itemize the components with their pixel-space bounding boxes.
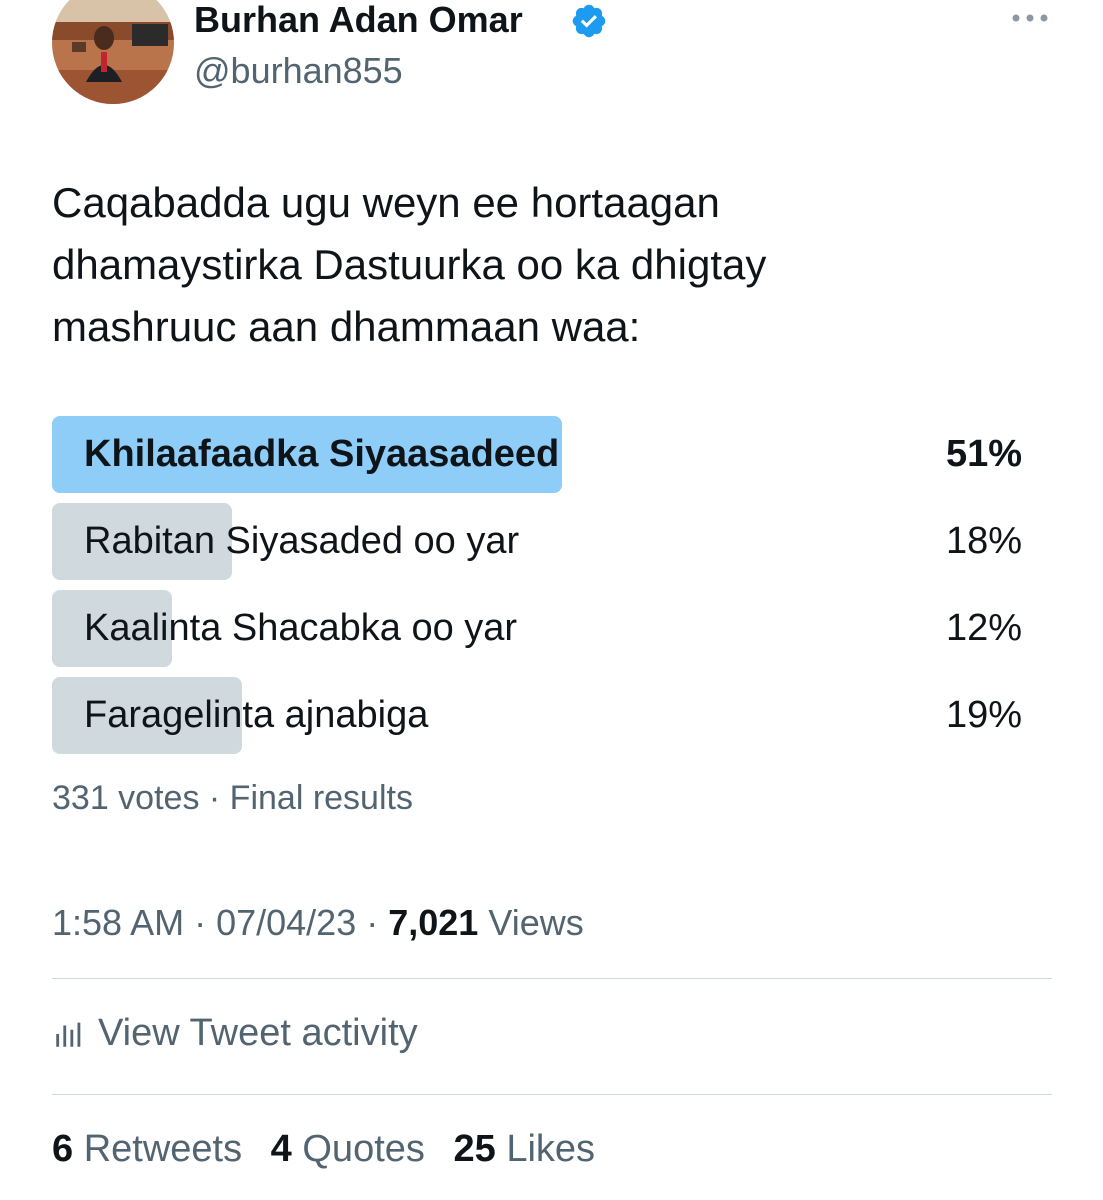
poll-option-label: Kaalinta Shacabka oo yar bbox=[84, 607, 518, 649]
poll-option-label: Rabitan Siyasaded oo yar bbox=[84, 520, 520, 562]
view-activity-label: View Tweet activity bbox=[98, 1012, 418, 1054]
poll-option-label: Faragelinta ajnabiga bbox=[84, 694, 429, 736]
tweet-date[interactable]: 07/04/23 bbox=[216, 902, 356, 943]
poll-option-percent: 19% bbox=[945, 694, 1022, 736]
verified-badge-icon bbox=[572, 4, 606, 38]
tweet-text: Caqabadda ugu weyn ee hortaagan dhamayst… bbox=[52, 179, 767, 350]
quotes-count: 4 bbox=[270, 1128, 292, 1170]
view-activity-link[interactable]: View Tweet activity bbox=[52, 1008, 418, 1058]
poll-votes: 331 votes bbox=[52, 779, 200, 817]
poll-option: Rabitan Siyasaded oo yar 18% bbox=[52, 503, 1022, 580]
poll-option: Faragelinta ajnabiga 19% bbox=[52, 677, 1022, 754]
author-handle[interactable]: @burhan855 bbox=[194, 50, 403, 92]
analytics-bar-icon bbox=[56, 1022, 81, 1047]
poll-option-label: Khilaafaadka Siyaasadeed bbox=[84, 433, 560, 475]
quotes-label: Quotes bbox=[302, 1128, 425, 1170]
retweets-label: Retweets bbox=[83, 1128, 243, 1170]
views-label: Views bbox=[488, 902, 584, 943]
divider bbox=[52, 978, 1052, 979]
retweets-stat[interactable]: 6 Retweets bbox=[52, 1128, 242, 1170]
quotes-stat[interactable]: 4 Quotes bbox=[271, 1128, 425, 1170]
poll-option-percent: 18% bbox=[945, 520, 1022, 562]
tweet-time[interactable]: 1:58 AM bbox=[52, 902, 184, 943]
divider bbox=[52, 1094, 1052, 1095]
poll: Khilaafaadka Siyaasadeed 51% Rabitan Siy… bbox=[52, 416, 1022, 764]
poll-option: Khilaafaadka Siyaasadeed 51% bbox=[52, 416, 1022, 493]
author-avatar[interactable] bbox=[52, 0, 174, 104]
views-count: 7,021 bbox=[388, 902, 479, 943]
poll-option-percent: 12% bbox=[945, 607, 1022, 649]
poll-option: Kaalinta Shacabka oo yar 12% bbox=[52, 590, 1022, 667]
poll-option-percent: 51% bbox=[945, 433, 1022, 475]
more-options-icon[interactable] bbox=[1010, 8, 1050, 28]
likes-label: Likes bbox=[506, 1128, 596, 1170]
tweet-timestamp: 1:58 AM · 07/04/23 · 7,021 Views bbox=[52, 902, 584, 943]
likes-stat[interactable]: 25 Likes bbox=[453, 1128, 595, 1170]
retweets-count: 6 bbox=[52, 1128, 74, 1170]
engagement-stats: 6 Retweets 4 Quotes 25 Likes bbox=[52, 1124, 613, 1174]
likes-count: 25 bbox=[453, 1128, 496, 1170]
author-name[interactable]: Burhan Adan Omar bbox=[194, 0, 523, 40]
poll-status: Final results bbox=[229, 779, 413, 817]
poll-meta: 331 votes · Final results bbox=[52, 776, 413, 820]
poll-separator: · bbox=[199, 779, 230, 817]
